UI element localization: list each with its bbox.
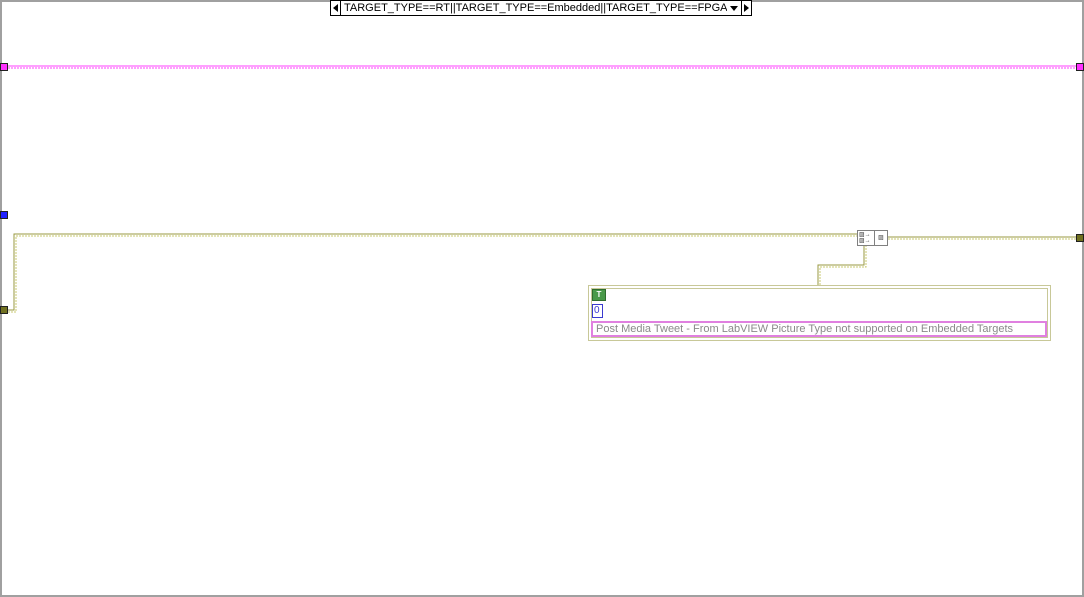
- case-selector-label[interactable]: TARGET_TYPE==RT||TARGET_TYPE==Embedded||…: [341, 2, 727, 14]
- code-numeric-constant[interactable]: 0: [592, 304, 603, 318]
- merge-input-terminals: ▨→ ▨→: [858, 231, 875, 245]
- left-arrow-icon: [333, 4, 338, 12]
- error-cluster-constant[interactable]: T 0 Post Media Tweet - From LabVIEW Pict…: [588, 285, 1051, 341]
- string-tunnel-left[interactable]: [0, 63, 8, 71]
- numeric-tunnel-left[interactable]: [0, 211, 8, 219]
- input-terminal-icon: ▨→: [859, 238, 871, 244]
- string-tunnel-right[interactable]: [1076, 63, 1084, 71]
- merge-errors-node[interactable]: ▨→ ▨→ ▨: [857, 230, 888, 246]
- previous-case-button[interactable]: [331, 1, 341, 15]
- cluster-tunnel-right[interactable]: [1076, 234, 1084, 242]
- merge-output-terminal-icon: ▨: [878, 235, 884, 241]
- chevron-down-icon: [730, 5, 738, 11]
- right-arrow-icon: [744, 4, 749, 12]
- cluster-tunnel-left[interactable]: [0, 306, 8, 314]
- source-string-constant[interactable]: Post Media Tweet - From LabVIEW Picture …: [591, 321, 1047, 337]
- next-case-button[interactable]: [741, 1, 751, 15]
- case-selector[interactable]: TARGET_TYPE==RT||TARGET_TYPE==Embedded||…: [330, 0, 752, 16]
- status-boolean-constant[interactable]: T: [592, 289, 606, 301]
- case-dropdown-button[interactable]: [727, 1, 741, 15]
